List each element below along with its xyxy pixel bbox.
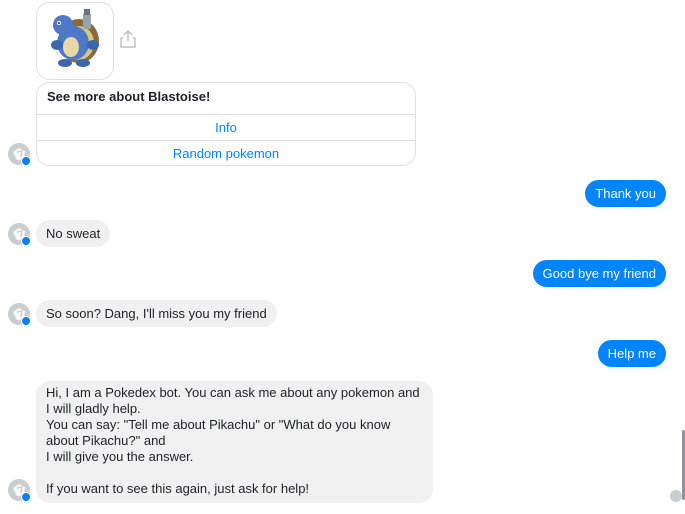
bot-avatar[interactable] [8, 479, 31, 502]
user-message: Good bye my friend [532, 260, 666, 287]
messenger-badge-icon [21, 156, 31, 166]
bot-avatar[interactable] [8, 143, 31, 166]
card-title: See more about Blastoise! [47, 89, 211, 104]
bot-message: So soon? Dang, I'll miss you my friend [36, 300, 277, 327]
user-message: Help me [597, 340, 666, 367]
random-pokemon-button[interactable]: Random pokemon [37, 140, 415, 165]
bot-message: No sweat [36, 220, 111, 247]
pokemon-image[interactable] [36, 2, 114, 80]
bot-help-message: Hi, I am a Pokedex bot. You can ask me a… [36, 381, 433, 503]
user-message: Thank you [585, 180, 666, 207]
info-button[interactable]: Info [37, 114, 415, 141]
blastoise-image [51, 9, 99, 67]
pokemon-template-card: See more about Blastoise! Info Random po… [36, 82, 416, 166]
messenger-badge-icon [21, 316, 31, 326]
bot-avatar[interactable] [8, 223, 31, 246]
seen-avatar-icon [670, 490, 682, 502]
messenger-badge-icon [21, 236, 31, 246]
messenger-badge-icon [21, 492, 31, 502]
bot-avatar[interactable] [8, 303, 31, 326]
share-icon[interactable] [120, 30, 136, 48]
